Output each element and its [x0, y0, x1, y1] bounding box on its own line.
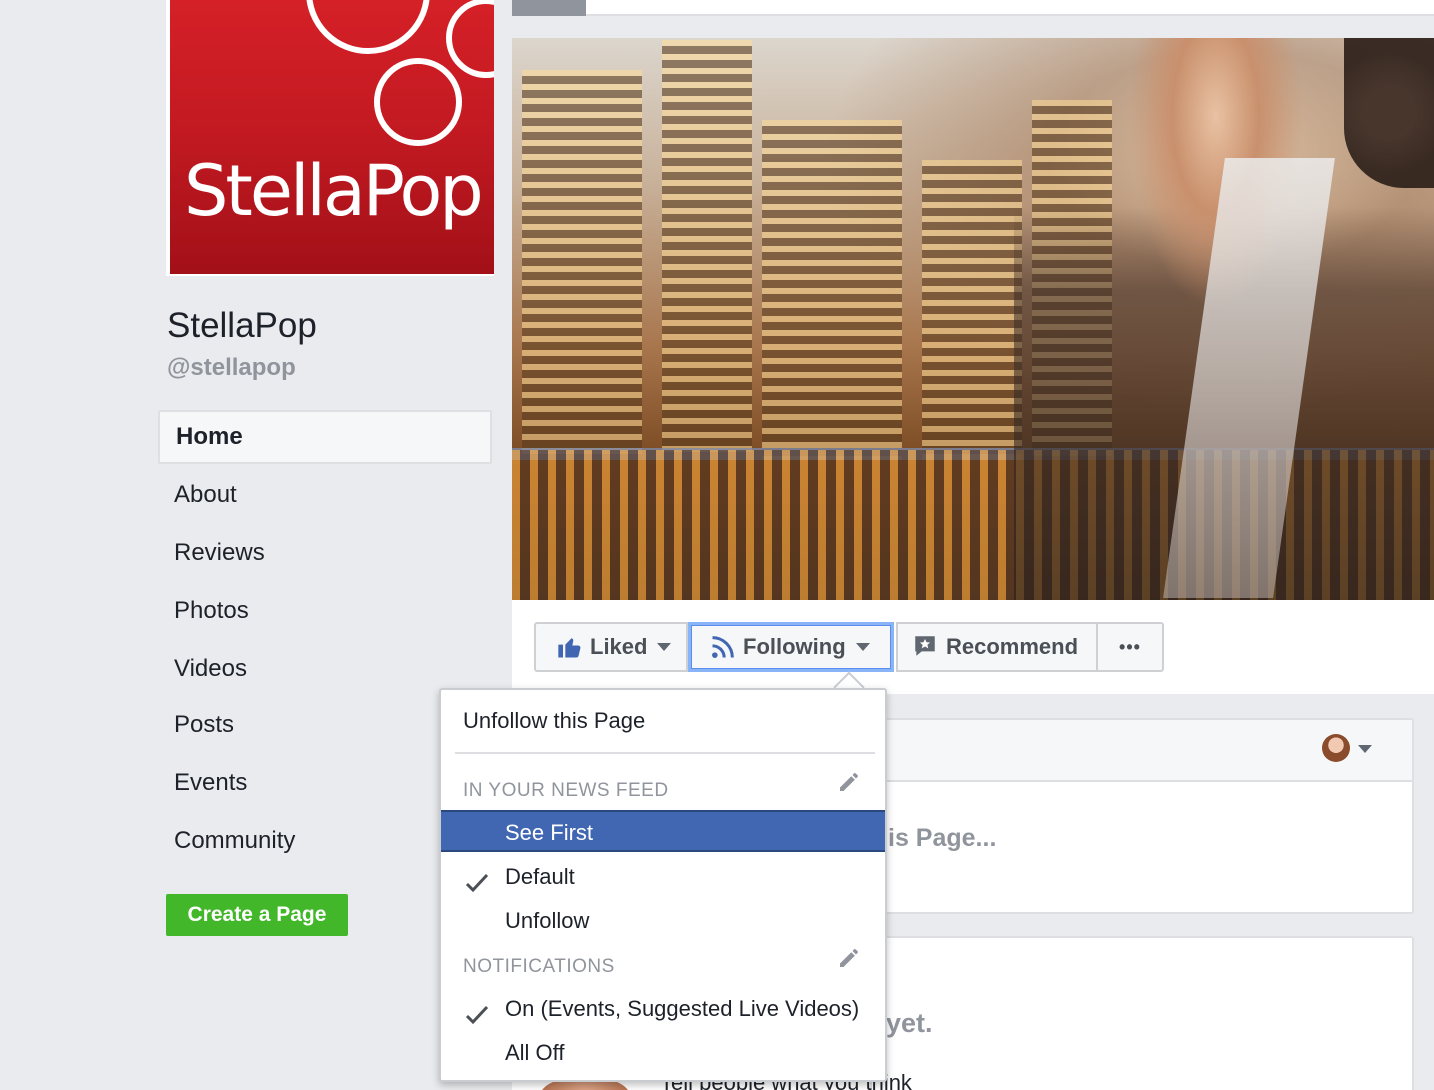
unfollow-label: Unfollow: [505, 908, 590, 933]
composer-placeholder[interactable]: is Page...: [888, 824, 996, 853]
liked-label: Liked: [590, 634, 648, 659]
see-first-option[interactable]: See First: [441, 810, 885, 852]
recommend-label: Recommend: [946, 634, 1079, 659]
pencil-icon[interactable]: [837, 946, 861, 970]
profile-picture[interactable]: StellaPop: [166, 0, 494, 276]
chevron-down-icon: [855, 643, 870, 651]
more-options-button[interactable]: •••: [1096, 622, 1164, 672]
rss-icon: [709, 633, 737, 661]
following-label: Following: [743, 634, 846, 659]
recommend-star-icon: [912, 633, 940, 661]
notifications-on-option[interactable]: On (Events, Suggested Live Videos): [441, 988, 885, 1030]
all-off-label: All Off: [505, 1040, 565, 1065]
cover-photo[interactable]: [512, 38, 1434, 600]
more-dots-icon: •••: [1119, 636, 1141, 657]
divider: [455, 752, 875, 754]
chevron-down-icon[interactable]: [1358, 745, 1372, 753]
thumbs-up-icon: [556, 633, 584, 661]
top-tab[interactable]: [512, 0, 586, 16]
unfollow-option[interactable]: Unfollow: [441, 900, 885, 942]
checkmark-icon: [465, 866, 489, 893]
stellapop-logo: StellaPop: [170, 0, 494, 274]
nav-item-home[interactable]: Home: [158, 410, 492, 464]
notifications-section-label: NOTIFICATIONS: [463, 956, 615, 977]
top-strip: [512, 0, 1434, 16]
unfollow-page-item[interactable]: Unfollow this Page: [463, 708, 907, 734]
no-reviews-text: yet.: [886, 1008, 933, 1038]
notifications-all-off-option[interactable]: All Off: [441, 1032, 885, 1074]
page-title[interactable]: StellaPop: [167, 306, 317, 346]
following-button[interactable]: Following: [688, 622, 894, 672]
reviews-card: yet. Tell people what you think: [660, 936, 1414, 1090]
recommend-button[interactable]: Recommend: [896, 622, 1098, 672]
default-label: Default: [505, 864, 575, 889]
notifications-on-label: On (Events, Suggested Live Videos): [505, 996, 860, 1021]
see-first-label: See First: [505, 820, 594, 845]
nav-item-photos[interactable]: Photos: [158, 584, 492, 642]
checkmark-icon: [465, 998, 489, 1025]
create-page-button[interactable]: Create a Page: [166, 894, 348, 936]
default-option[interactable]: Default: [441, 856, 885, 898]
news-feed-section-label: IN YOUR NEWS FEED: [463, 780, 669, 801]
nav-item-about[interactable]: About: [158, 468, 492, 526]
chevron-down-icon: [657, 643, 672, 651]
nav-item-reviews[interactable]: Reviews: [158, 526, 492, 584]
pencil-icon[interactable]: [837, 770, 861, 794]
liked-button[interactable]: Liked: [534, 622, 688, 672]
logo-text: StellaPop: [184, 150, 484, 232]
page-handle[interactable]: @stellapop: [167, 354, 296, 382]
avatar[interactable]: [1322, 734, 1350, 762]
following-dropdown: Unfollow this Page IN YOUR NEWS FEED See…: [439, 688, 887, 1082]
